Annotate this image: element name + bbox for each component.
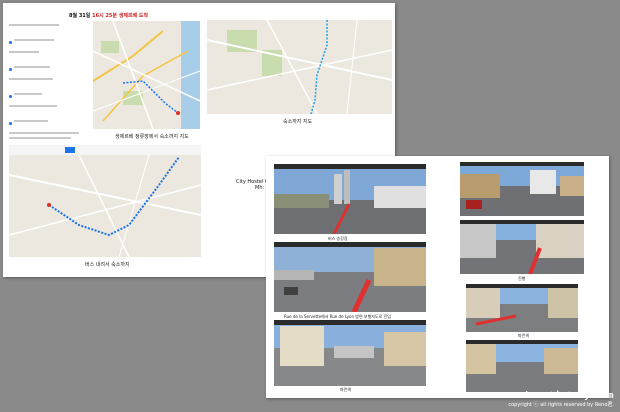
streetview-photo-3[interactable]	[274, 242, 426, 312]
streetview-photo-7[interactable]	[466, 340, 578, 392]
streetview-photo-6[interactable]	[466, 284, 578, 332]
document-page-2: 버스 승강장 Rue de la Servette에서 Rue de Lyon …	[266, 156, 609, 398]
streetview-photo-2[interactable]	[460, 162, 584, 216]
map-bus-to-hostel[interactable]	[9, 145, 201, 257]
title-bus: 생제르베 도착	[118, 13, 149, 19]
title-time: 16시 25분	[92, 13, 117, 19]
watermark-copyright: copyright ⓒ all rights reserved by Reno君…	[508, 402, 614, 408]
caption-top-right-map: 숙소까지 지도	[283, 119, 313, 125]
photo-6-caption: 파란색	[518, 333, 530, 338]
caption-left-map: 생제르베 정류장에서 숙소까지 지도	[115, 134, 189, 140]
streetview-photo-5[interactable]	[274, 320, 426, 386]
streetview-photo-4[interactable]	[460, 220, 584, 274]
caption-bottom-map: 버스 내려서 숙소까지	[85, 262, 130, 268]
directions-panel	[9, 21, 87, 139]
photo-5-caption: 파란색	[340, 387, 352, 392]
streetview-photo-1[interactable]	[274, 164, 426, 234]
page-title: 8월 31일 16시 25분 생제르베 도착	[69, 12, 148, 19]
watermark: zenokun.tistory.com copyright ⓒ all righ…	[502, 391, 614, 408]
map-route-overview[interactable]	[93, 21, 200, 129]
photo-4-caption: 진행	[518, 276, 526, 281]
title-date: 8월 31일	[69, 13, 91, 19]
map-to-hostel[interactable]	[207, 20, 392, 114]
watermark-site: zenokun.tistory.com	[501, 391, 614, 401]
